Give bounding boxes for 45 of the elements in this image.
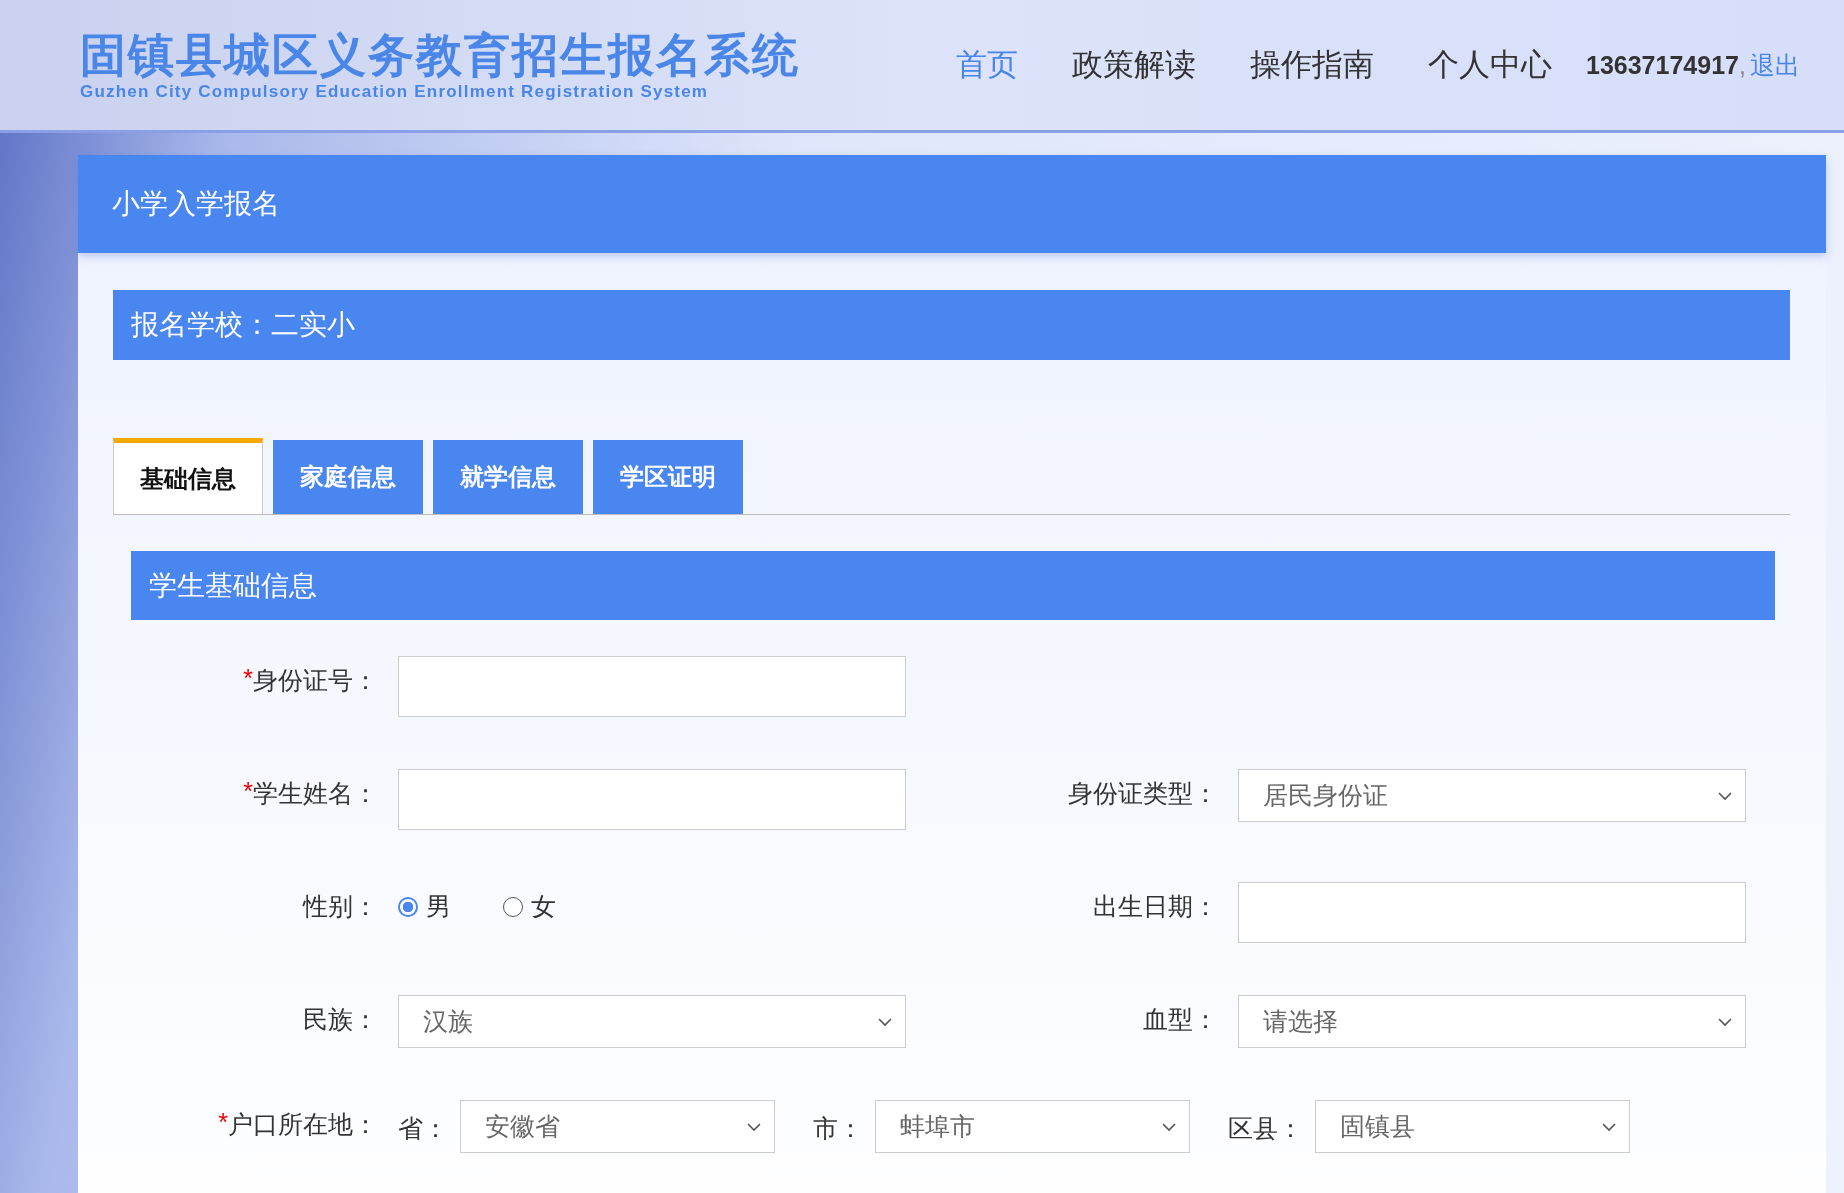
nav-link[interactable]: 操作指南	[1250, 44, 1374, 86]
radio-option[interactable]: 女	[503, 890, 556, 923]
site-subtitle: Guzhen City Compulsory Education Enrollment Registration System	[80, 82, 710, 102]
chevron-down-icon	[877, 1016, 893, 1027]
chevron-down-icon	[1161, 1121, 1177, 1132]
tab[interactable]: 家庭信息	[273, 440, 423, 514]
tab[interactable]: 就学信息	[433, 440, 583, 514]
site-title: 固镇县城区义务教育招生报名系统	[80, 28, 801, 82]
required-mark: *	[243, 777, 253, 807]
select-field[interactable]: 固镇县	[1315, 1100, 1630, 1153]
field-label: 市：	[813, 1113, 864, 1144]
input-field[interactable]	[398, 656, 906, 717]
chevron-down-icon	[746, 1121, 762, 1132]
field-label: 区县：	[1228, 1113, 1304, 1144]
chevron-down-icon	[1717, 1016, 1733, 1027]
field-label: 性别：	[303, 891, 378, 922]
input-field[interactable]	[398, 769, 906, 830]
tab[interactable]: 基础信息	[113, 438, 263, 514]
chevron-down-icon	[1601, 1121, 1617, 1132]
radio-option[interactable]: 男	[398, 890, 451, 923]
required-mark: *	[243, 664, 253, 692]
user-phone: 13637174917	[1586, 50, 1739, 80]
select-field[interactable]: 居民身份证	[1238, 769, 1746, 822]
input-field[interactable]	[1238, 882, 1746, 943]
field-label: 户口所在地：	[228, 1109, 378, 1140]
field-label: 身份证号：	[253, 665, 378, 696]
required-mark: *	[218, 1108, 228, 1138]
select-field[interactable]: 汉族	[398, 995, 906, 1048]
select-field[interactable]: 安徽省	[460, 1100, 775, 1153]
separator-text: ,	[1738, 50, 1746, 80]
field-label: 省：	[398, 1113, 449, 1144]
field-label: 身份证类型：	[1068, 778, 1218, 809]
field-label: 血型：	[1143, 1004, 1218, 1035]
panel-title: 小学入学报名	[78, 155, 1826, 253]
field-label: 出生日期：	[1093, 891, 1218, 922]
field-label: 民族：	[303, 1004, 378, 1035]
select-field[interactable]: 请选择	[1238, 995, 1746, 1048]
chevron-down-icon	[1717, 790, 1733, 801]
nav-link[interactable]: 个人中心	[1428, 44, 1552, 86]
nav-link[interactable]: 政策解读	[1072, 44, 1196, 86]
field-label: 学生姓名：	[253, 778, 378, 809]
section-header: 学生基础信息	[131, 551, 1775, 620]
select-field[interactable]: 蚌埠市	[875, 1100, 1190, 1153]
tab[interactable]: 学区证明	[593, 440, 743, 514]
school-banner: 报名学校：二实小	[113, 290, 1790, 360]
